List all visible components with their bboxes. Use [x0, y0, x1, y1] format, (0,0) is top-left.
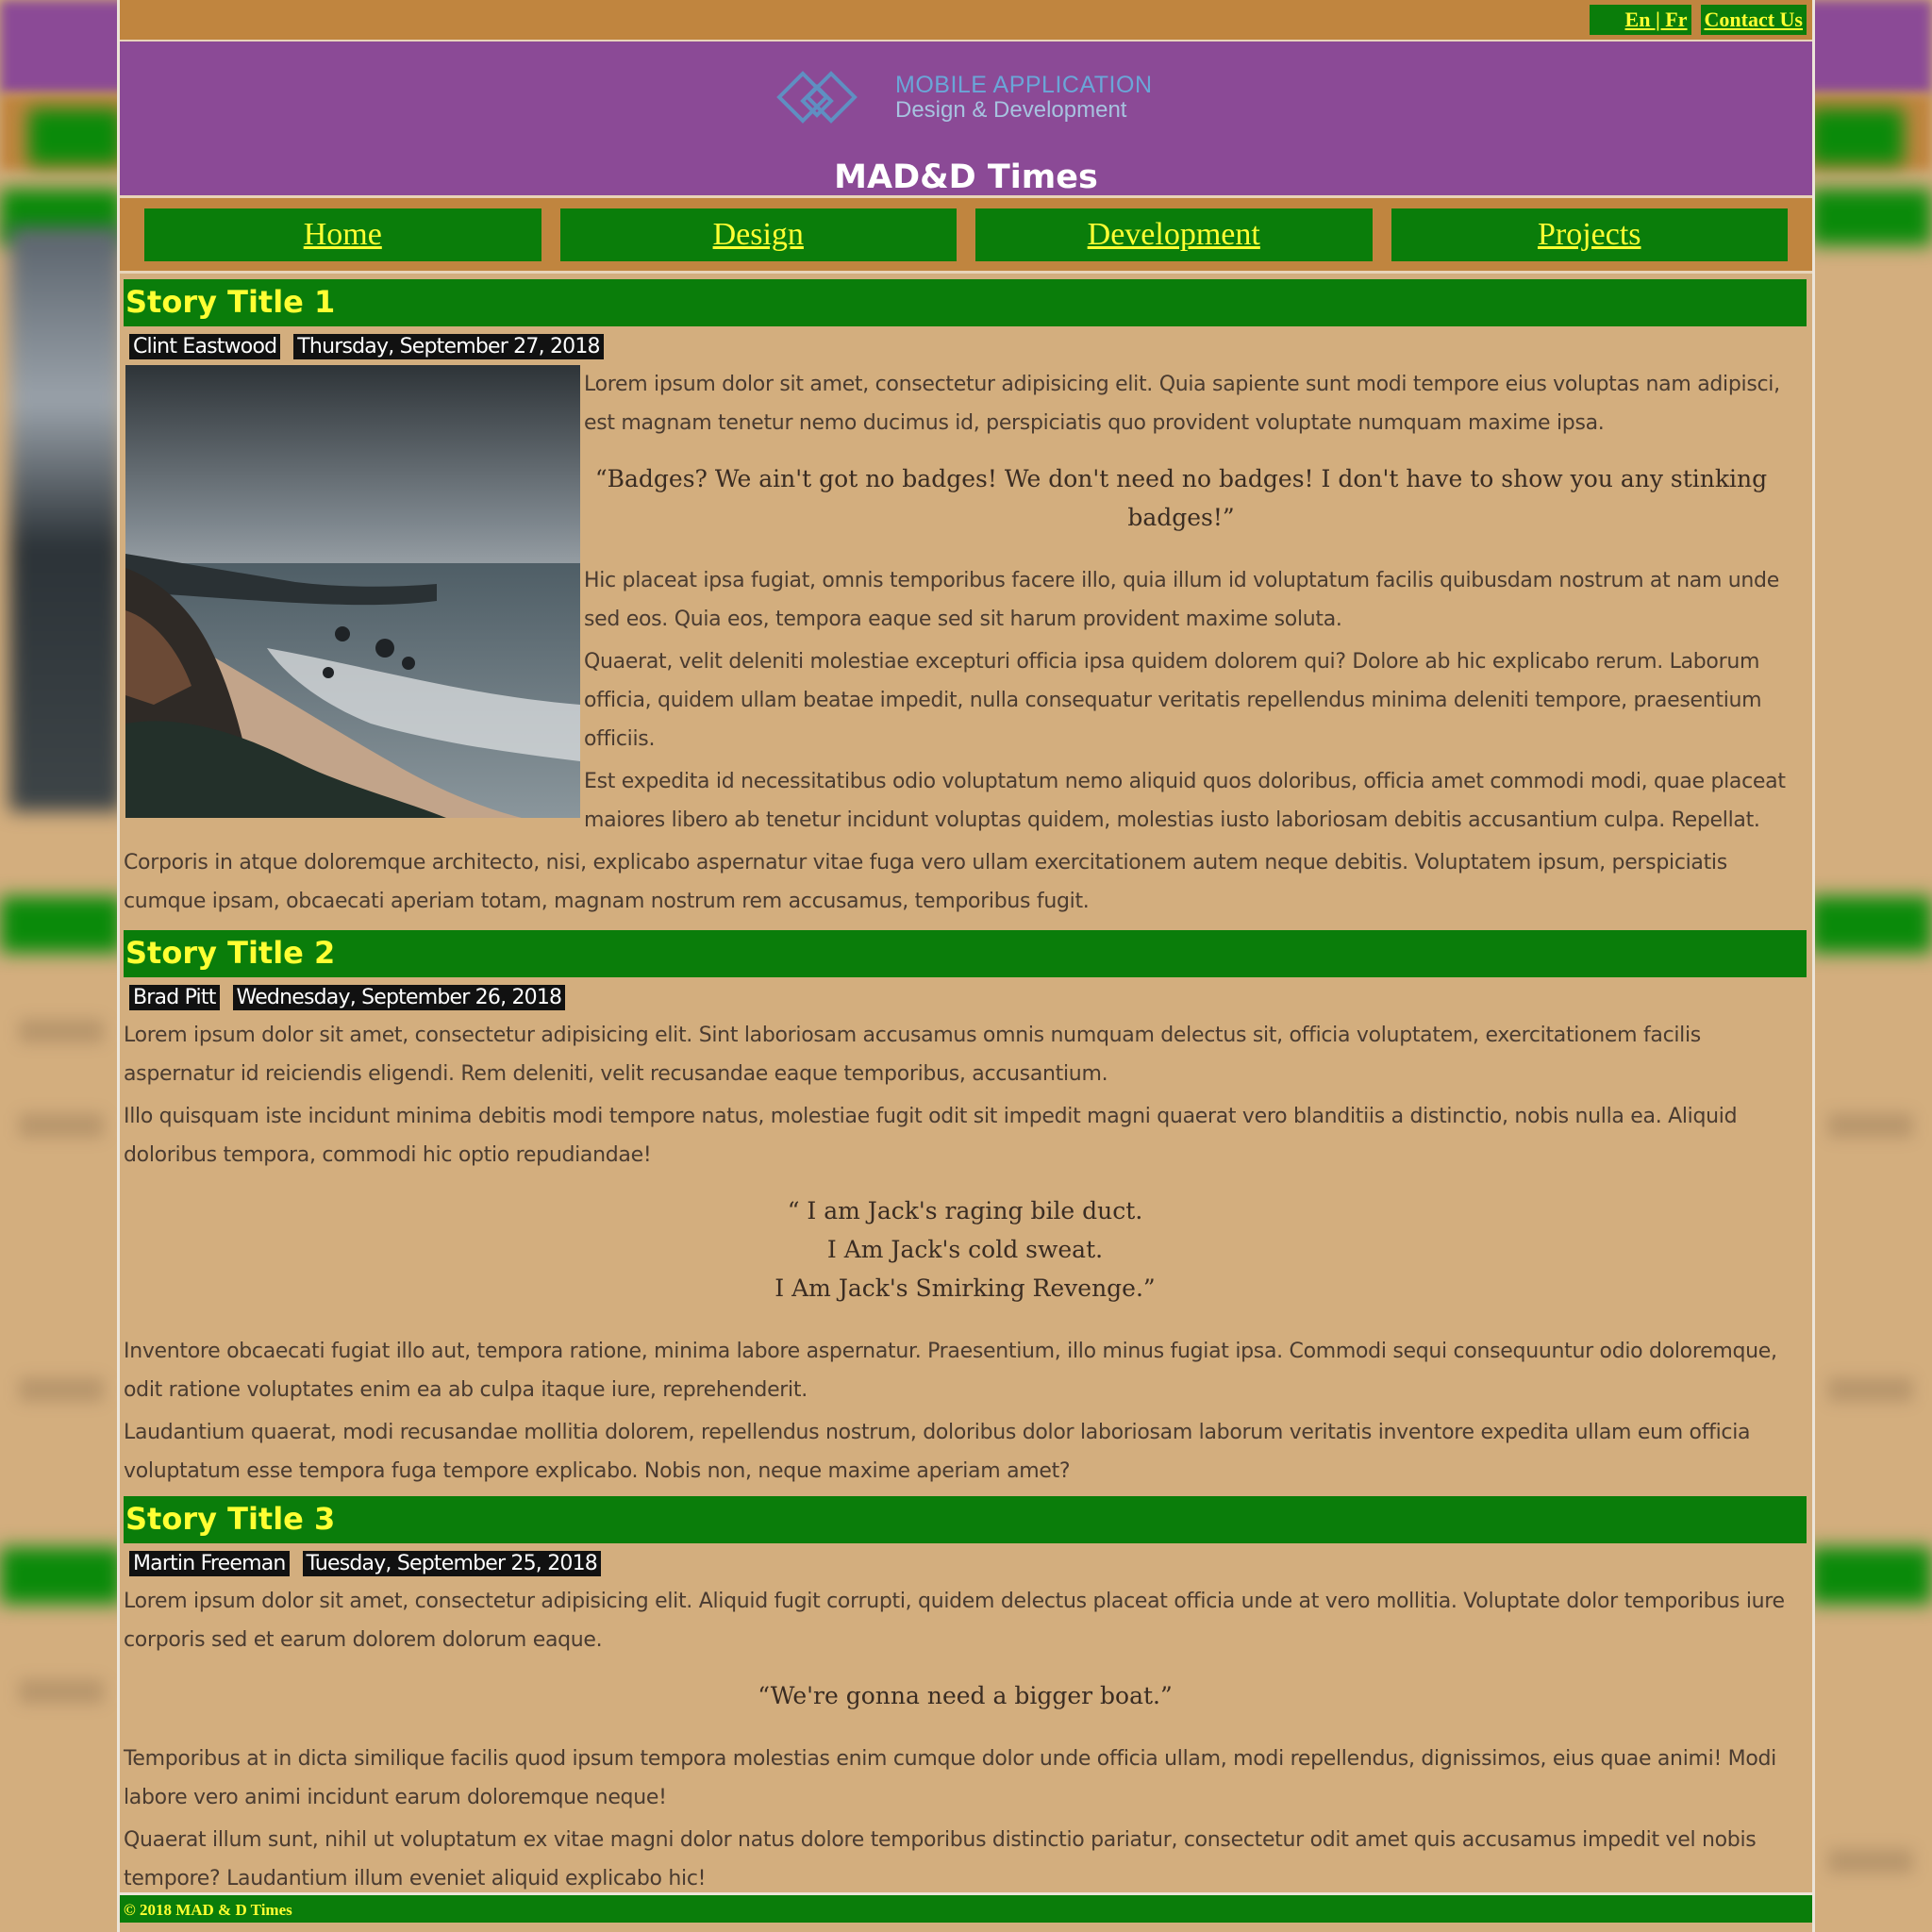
main-navigation: Home Design Development Projects: [120, 198, 1812, 274]
story-paragraph: Lorem ipsum dolor sit amet, consectetur …: [124, 1590, 1785, 1652]
backdrop-green-block: [0, 1547, 123, 1604]
story-title: Story Title 3: [124, 1496, 1807, 1543]
story-paragraph: Corporis in atque doloremque architecto,…: [124, 851, 1727, 913]
logo-line-2: Design & Development: [895, 96, 1127, 123]
language-toggle-link[interactable]: En | Fr: [1589, 5, 1691, 35]
nav-projects[interactable]: Projects: [1391, 208, 1788, 261]
quote-line: I Am Jack's cold sweat.: [826, 1236, 1104, 1263]
diamond-logo-icon: [776, 71, 858, 124]
quote-line: I Am Jack's Smirking Revenge.”: [774, 1274, 1156, 1302]
site-title: MAD&D Times: [834, 158, 1098, 196]
story-1: Story Title 1 Clint Eastwood Thursday, S…: [120, 279, 1812, 924]
backdrop-green-block: [0, 896, 123, 953]
story-2: Story Title 2 Brad Pitt Wednesday, Septe…: [120, 930, 1812, 1491]
footer-copyright: © 2018 MAD & D Times: [120, 1892, 1812, 1923]
logo-line-1: MOBILE APPLICATION: [895, 72, 1153, 99]
site-logo[interactable]: MOBILE APPLICATION Design & Development: [774, 66, 1153, 128]
story-title: Story Title 2: [124, 930, 1807, 977]
story-meta: Martin Freeman Tuesday, September 25, 20…: [129, 1551, 1807, 1576]
author-badge: Martin Freeman: [129, 1551, 290, 1576]
author-badge: Brad Pitt: [129, 985, 220, 1010]
story-quote: “ I am Jack's raging bile duct. I Am Jac…: [152, 1191, 1778, 1307]
author-badge: Clint Eastwood: [129, 334, 281, 359]
date-badge: Thursday, September 27, 2018: [293, 334, 604, 359]
backdrop-text: [1828, 1849, 1913, 1874]
story-paragraph: Quaerat illum sunt, nihil ut voluptatum …: [124, 1828, 1757, 1890]
quote-line: “ I am Jack's raging bile duct.: [787, 1197, 1143, 1224]
backdrop-text: [1828, 1377, 1913, 1402]
nav-development[interactable]: Development: [975, 208, 1373, 261]
story-quote: “We're gonna need a bigger boat.”: [758, 1682, 1173, 1709]
date-badge: Tuesday, September 25, 2018: [302, 1551, 601, 1576]
story-paragraph: Illo quisquam iste incidunt minima debit…: [124, 1105, 1738, 1167]
top-utility-bar: En | Fr Contact Us: [120, 0, 1812, 42]
backdrop-text: [19, 1019, 104, 1043]
story-paragraph: Lorem ipsum dolor sit amet, consectetur …: [124, 1024, 1701, 1086]
page-container: En | Fr Contact Us MOBILE APPLICATION De…: [117, 0, 1815, 1932]
backdrop-green-block: [1809, 189, 1932, 245]
story-meta: Clint Eastwood Thursday, September 27, 2…: [129, 334, 1807, 359]
backdrop-text: [19, 1377, 104, 1402]
backdrop-green-block: [1809, 896, 1932, 953]
story-paragraph: Laudantium quaerat, modi recusandae moll…: [124, 1421, 1751, 1483]
backdrop-text: [1828, 1113, 1913, 1138]
nav-design[interactable]: Design: [559, 208, 957, 261]
beach-photo: [125, 365, 580, 818]
backdrop-green-block: [1809, 108, 1904, 165]
story-3: Story Title 3 Martin Freeman Tuesday, Se…: [120, 1496, 1812, 1898]
backdrop-green-block: [1809, 1547, 1932, 1604]
contact-us-link[interactable]: Contact Us: [1700, 5, 1807, 35]
story-title: Story Title 1: [124, 279, 1807, 326]
backdrop-photo: [9, 226, 123, 811]
date-badge: Wednesday, September 26, 2018: [232, 985, 566, 1010]
story-paragraph: Temporibus at in dicta similique facilis…: [124, 1747, 1776, 1809]
story-meta: Brad Pitt Wednesday, September 26, 2018: [129, 985, 1807, 1010]
story-paragraph: Inventore obcaecati fugiat illo aut, tem…: [124, 1340, 1777, 1402]
backdrop-text: [19, 1113, 104, 1138]
nav-home[interactable]: Home: [144, 208, 541, 261]
backdrop-green-block: [28, 108, 123, 165]
backdrop-text: [19, 1679, 104, 1704]
masthead: MOBILE APPLICATION Design & Development …: [120, 42, 1812, 198]
